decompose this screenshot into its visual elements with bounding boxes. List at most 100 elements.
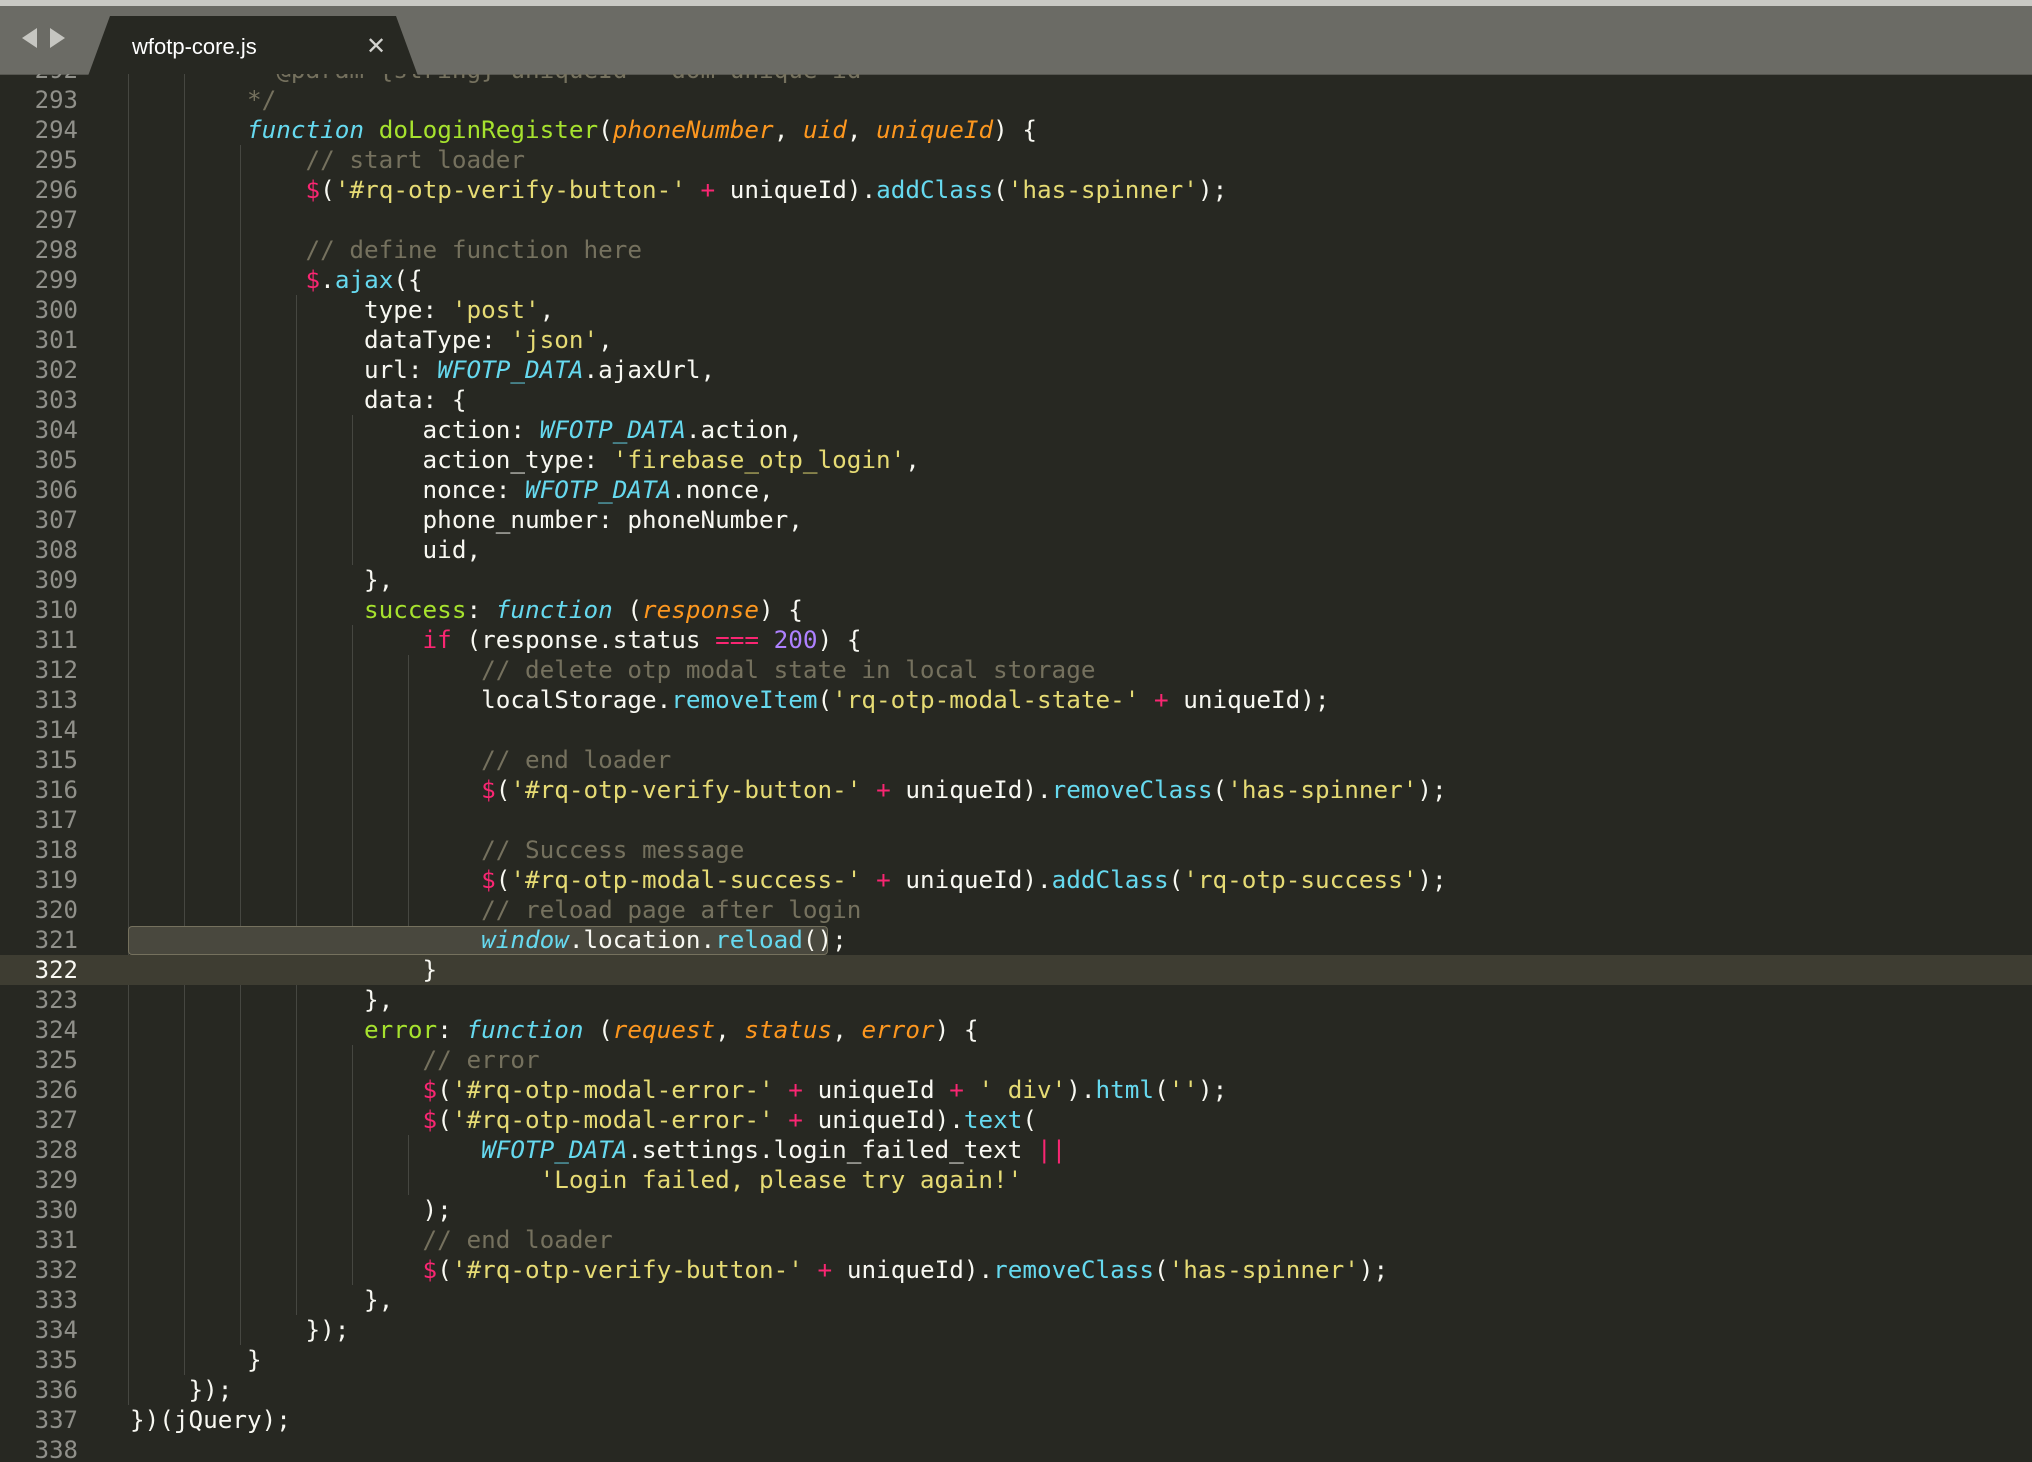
code-line[interactable]: 323 }, <box>0 985 2032 1015</box>
code-text[interactable]: }, <box>130 1285 393 1315</box>
code-text[interactable]: */ <box>130 85 276 115</box>
tab-title[interactable]: wfotp-core.js <box>132 34 257 60</box>
code-line[interactable]: 333 }, <box>0 1285 2032 1315</box>
code-line[interactable]: 327 $('#rq-otp-modal-error-' + uniqueId)… <box>0 1105 2032 1135</box>
code-line[interactable]: 316 $('#rq-otp-verify-button-' + uniqueI… <box>0 775 2032 805</box>
code-text[interactable]: })(jQuery); <box>130 1405 291 1435</box>
code-text[interactable]: // start loader <box>130 145 525 175</box>
code-line[interactable]: 293 */ <box>0 85 2032 115</box>
code-text[interactable]: } <box>130 955 438 985</box>
code-text[interactable]: // end loader <box>130 745 671 775</box>
code-line[interactable]: 294 function doLoginRegister(phoneNumber… <box>0 115 2032 145</box>
code-text[interactable]: $('#rq-otp-verify-button-' + uniqueId).r… <box>130 1255 1389 1285</box>
code-text[interactable]: // define function here <box>130 235 642 265</box>
code-text[interactable]: }); <box>130 1375 233 1405</box>
code-line[interactable]: 319 $('#rq-otp-modal-success-' + uniqueI… <box>0 865 2032 895</box>
code-text[interactable]: $('#rq-otp-verify-button-' + uniqueId).a… <box>130 175 1228 205</box>
code-text[interactable]: localStorage.removeItem('rq-otp-modal-st… <box>130 685 1330 715</box>
code-text[interactable]: action_type: 'firebase_otp_login', <box>130 445 920 475</box>
code-text[interactable]: window.location.reload(); <box>130 925 847 955</box>
code-line[interactable]: 330 ); <box>0 1195 2032 1225</box>
code-line[interactable]: 304 action: WFOTP_DATA.action, <box>0 415 2032 445</box>
code-text[interactable]: // end loader <box>130 1225 613 1255</box>
code-line[interactable]: 292 * @param {string} uniqueId - dom uni… <box>0 74 2032 85</box>
code-text[interactable]: WFOTP_DATA.settings.login_failed_text || <box>130 1135 1066 1165</box>
code-text[interactable]: $('#rq-otp-verify-button-' + uniqueId).r… <box>130 775 1447 805</box>
code-line[interactable]: 313 localStorage.removeItem('rq-otp-moda… <box>0 685 2032 715</box>
code-line[interactable]: 331 // end loader <box>0 1225 2032 1255</box>
code-text[interactable]: // error <box>130 1045 540 1075</box>
code-line[interactable]: 320 // reload page after login <box>0 895 2032 925</box>
code-line[interactable]: 296 $('#rq-otp-verify-button-' + uniqueI… <box>0 175 2032 205</box>
code-line[interactable]: 325 // error <box>0 1045 2032 1075</box>
code-line[interactable]: 312 // delete otp modal state in local s… <box>0 655 2032 685</box>
code-line[interactable]: 309 }, <box>0 565 2032 595</box>
code-line[interactable]: 328 WFOTP_DATA.settings.login_failed_tex… <box>0 1135 2032 1165</box>
code-text[interactable]: phone_number: phoneNumber, <box>130 505 803 535</box>
code-line[interactable]: 322 } <box>0 955 2032 985</box>
code-line[interactable]: 332 $('#rq-otp-verify-button-' + uniqueI… <box>0 1255 2032 1285</box>
code-text[interactable]: }, <box>130 985 393 1015</box>
code-text[interactable]: dataType: 'json', <box>130 325 613 355</box>
code-line[interactable]: 305 action_type: 'firebase_otp_login', <box>0 445 2032 475</box>
code-line[interactable]: 317 <box>0 805 2032 835</box>
code-line[interactable]: 301 dataType: 'json', <box>0 325 2032 355</box>
code-token: + <box>788 1075 803 1104</box>
code-text[interactable]: error: function (request, status, error)… <box>130 1015 978 1045</box>
chevron-right-icon[interactable] <box>50 28 65 48</box>
code-line[interactable]: 338 <box>0 1435 2032 1462</box>
code-text[interactable]: // delete otp modal state in local stora… <box>130 655 1095 685</box>
code-text[interactable]: uid, <box>130 535 482 565</box>
code-text[interactable]: ); <box>130 1195 452 1225</box>
code-token: action_type: <box>130 445 613 474</box>
code-line[interactable]: 311 if (response.status === 200) { <box>0 625 2032 655</box>
code-line[interactable]: 303 data: { <box>0 385 2032 415</box>
code-text[interactable]: $('#rq-otp-modal-error-' + uniqueId).tex… <box>130 1105 1037 1135</box>
code-line[interactable]: 300 type: 'post', <box>0 295 2032 325</box>
code-token: . <box>320 265 335 294</box>
code-line[interactable]: 335 } <box>0 1345 2032 1375</box>
code-text[interactable]: $.ajax({ <box>130 265 423 295</box>
code-line[interactable]: 298 // define function here <box>0 235 2032 265</box>
code-token: 'firebase_otp_login' <box>612 445 906 474</box>
code-text[interactable]: url: WFOTP_DATA.ajaxUrl, <box>130 355 715 385</box>
code-line[interactable]: 337})(jQuery); <box>0 1405 2032 1435</box>
code-text[interactable]: $('#rq-otp-modal-error-' + uniqueId + ' … <box>130 1075 1228 1105</box>
code-line[interactable]: 334 }); <box>0 1315 2032 1345</box>
code-line[interactable]: 297 <box>0 205 2032 235</box>
code-text[interactable]: // Success message <box>130 835 744 865</box>
code-text[interactable]: data: { <box>130 385 466 415</box>
close-icon[interactable]: ✕ <box>366 34 386 58</box>
code-text[interactable]: nonce: WFOTP_DATA.nonce, <box>130 475 774 505</box>
code-line[interactable]: 336 }); <box>0 1375 2032 1405</box>
code-line[interactable]: 310 success: function (response) { <box>0 595 2032 625</box>
code-line[interactable]: 295 // start loader <box>0 145 2032 175</box>
code-line[interactable]: 321 window.location.reload(); <box>0 925 2032 955</box>
code-line[interactable]: 307 phone_number: phoneNumber, <box>0 505 2032 535</box>
code-line[interactable]: 306 nonce: WFOTP_DATA.nonce, <box>0 475 2032 505</box>
code-line[interactable]: 314 <box>0 715 2032 745</box>
code-text[interactable]: }); <box>130 1315 350 1345</box>
code-token: : <box>437 1015 467 1044</box>
code-text[interactable]: 'Login failed, please try again!' <box>130 1165 1023 1195</box>
code-line[interactable]: 329 'Login failed, please try again!' <box>0 1165 2032 1195</box>
code-text[interactable]: type: 'post', <box>130 295 554 325</box>
code-text[interactable]: function doLoginRegister(phoneNumber, ui… <box>130 115 1037 145</box>
code-text[interactable]: if (response.status === 200) { <box>130 625 862 655</box>
code-text[interactable]: action: WFOTP_DATA.action, <box>130 415 803 445</box>
code-line[interactable]: 299 $.ajax({ <box>0 265 2032 295</box>
code-line[interactable]: 326 $('#rq-otp-modal-error-' + uniqueId … <box>0 1075 2032 1105</box>
code-text[interactable]: * @param {string} uniqueId - dom unique … <box>130 74 861 85</box>
code-text[interactable]: // reload page after login <box>130 895 861 925</box>
code-text[interactable]: $('#rq-otp-modal-success-' + uniqueId).a… <box>130 865 1447 895</box>
code-text[interactable]: success: function (response) { <box>130 595 803 625</box>
code-text[interactable]: }, <box>130 565 393 595</box>
code-editor[interactable]: 292 * @param {string} uniqueId - dom uni… <box>0 74 2032 1462</box>
code-line[interactable]: 324 error: function (request, status, er… <box>0 1015 2032 1045</box>
code-line[interactable]: 315 // end loader <box>0 745 2032 775</box>
code-line[interactable]: 318 // Success message <box>0 835 2032 865</box>
code-text[interactable]: } <box>130 1345 262 1375</box>
code-line[interactable]: 302 url: WFOTP_DATA.ajaxUrl, <box>0 355 2032 385</box>
chevron-left-icon[interactable] <box>22 28 37 48</box>
code-line[interactable]: 308 uid, <box>0 535 2032 565</box>
